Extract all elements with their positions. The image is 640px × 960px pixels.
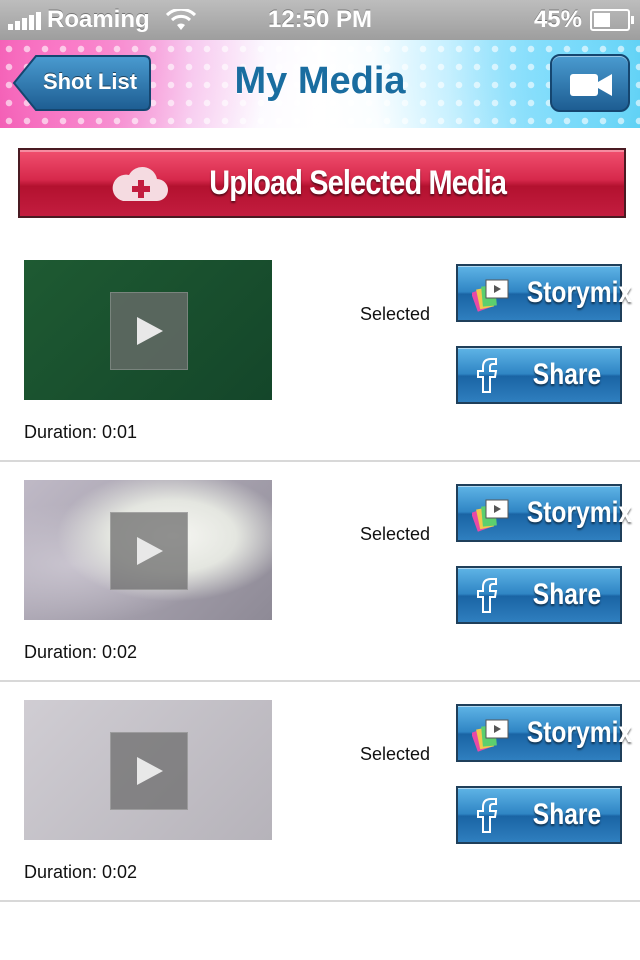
storymix-button[interactable]: Storymix [456,264,633,322]
video-camera-icon [570,74,612,96]
facebook-icon [477,798,498,833]
record-video-button[interactable] [550,54,630,112]
nav-bar: Shot List My Media [0,40,640,128]
page-title: My Media [234,60,406,102]
share-button[interactable]: Share [456,566,622,624]
share-button[interactable]: Share [456,346,622,404]
selected-label: Selected [360,524,431,544]
status-right: 45% [533,6,634,34]
share-label: Share [532,798,602,831]
duration-label: Duration: 0:01 [24,422,138,442]
video-thumbnail[interactable] [24,260,272,400]
play-icon [137,317,163,345]
media-row: Selected Storymix Share Duration: 0:01 [0,240,640,462]
play-icon [137,757,163,785]
storymix-icon [472,279,509,312]
status-bar: Roaming 12:50 PM 45% [0,0,640,40]
share-label: Share [532,578,602,611]
media-row: Selected Storymix Share Duration: 0:02 [0,460,640,682]
play-button[interactable] [110,292,188,370]
facebook-icon [477,358,498,393]
upload-button-content: Upload Selected Media [20,150,624,216]
storymix-button[interactable]: Storymix [456,704,633,762]
share-label: Share [532,358,602,391]
duration-label: Duration: 0:02 [24,862,138,882]
storymix-icon [472,499,509,532]
storymix-label: Storymix [526,716,633,749]
media-row: Selected Storymix Share Duration: 0:02 [0,680,640,902]
facebook-icon [477,578,498,613]
selected-label: Selected [360,304,431,324]
battery-percent: 45% [533,6,582,33]
share-button[interactable]: Share [456,786,622,844]
duration-label: Duration: 0:02 [24,642,138,662]
play-button[interactable] [110,512,188,590]
upload-button-label: Upload Selected Media [209,163,508,202]
selected-label: Selected [360,744,431,764]
storymix-label: Storymix [526,496,633,529]
play-icon [137,537,163,565]
cloud-plus-icon [112,166,169,201]
video-thumbnail[interactable] [24,700,272,840]
play-button[interactable] [110,732,188,810]
storymix-button[interactable]: Storymix [456,484,633,542]
storymix-label: Storymix [526,276,633,309]
storymix-icon [472,719,509,752]
battery-icon [590,9,634,31]
video-thumbnail[interactable] [24,480,272,620]
upload-selected-media-button[interactable]: Upload Selected Media [18,148,626,218]
